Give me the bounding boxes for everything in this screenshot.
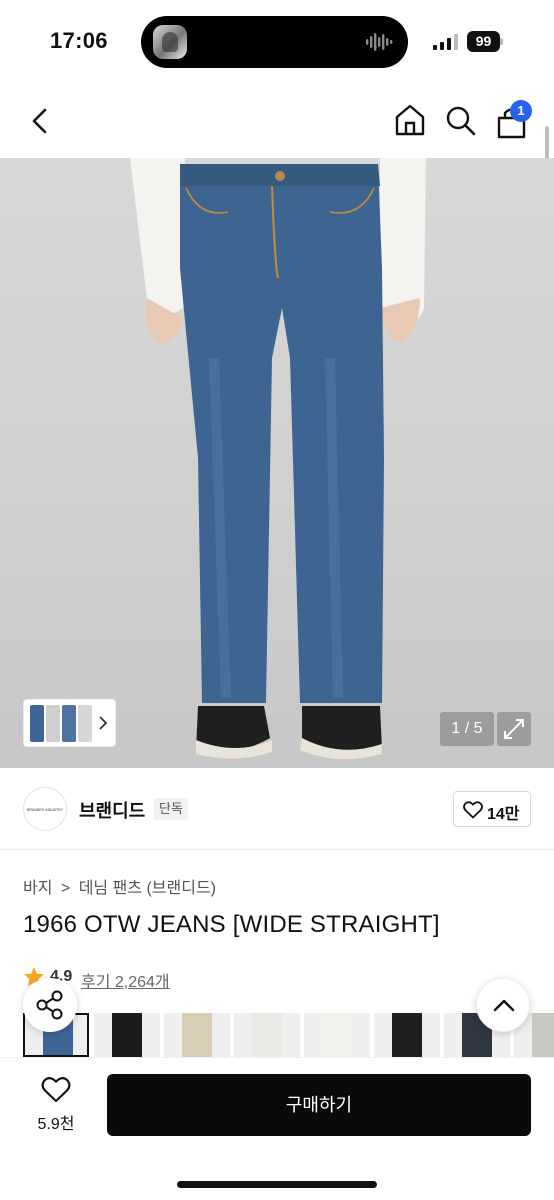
home-icon[interactable] [392, 101, 428, 139]
exclusive-tag: 단독 [154, 798, 188, 820]
breadcrumb-separator: > [60, 880, 71, 897]
color-variant[interactable] [304, 1013, 370, 1057]
battery-icon: 99 [467, 31, 503, 52]
search-icon[interactable] [443, 101, 479, 139]
brand-logo[interactable]: BRANDED INDUSTRY [23, 787, 67, 831]
waveform-icon [366, 33, 393, 51]
heart-icon [41, 1077, 71, 1103]
battery-level: 99 [467, 31, 500, 52]
share-button[interactable] [23, 978, 77, 1032]
brand-like-button[interactable]: 14만 [453, 791, 531, 827]
product-image-gallery[interactable]: 1 / 5 [0, 158, 554, 768]
status-bar: 17:06 99 [0, 0, 554, 84]
breadcrumb-category[interactable]: 바지 [23, 880, 52, 897]
variant-swatch [392, 1013, 422, 1057]
color-variant[interactable] [94, 1013, 160, 1057]
variant-swatch [182, 1013, 212, 1057]
color-variant[interactable] [374, 1013, 440, 1057]
buy-button[interactable]: 구매하기 [107, 1074, 531, 1136]
battery-cap [500, 38, 503, 45]
color-variant[interactable] [234, 1013, 300, 1057]
wishlist-button[interactable]: 5.9천 [28, 1076, 84, 1136]
variant-swatch [322, 1013, 352, 1057]
back-icon[interactable] [24, 102, 58, 140]
brand-like-count: 14만 [487, 806, 520, 823]
thumbnail-mini [78, 705, 92, 742]
product-title: 1966 OTW JEANS [WIDE STRAIGHT] [23, 911, 440, 938]
breadcrumb-subcategory[interactable]: 데님 팬츠 (브랜디드) [79, 880, 216, 897]
review-link[interactable]: 후기 2,264개 [81, 968, 170, 992]
variant-swatch [532, 1013, 554, 1057]
brand-name[interactable]: 브랜디드 [79, 797, 145, 823]
cart-badge: 1 [510, 100, 532, 122]
breadcrumb: 바지 > 데님 팬츠 (브랜디드) [23, 874, 220, 898]
variant-swatch [112, 1013, 142, 1057]
chevron-up-icon [493, 999, 515, 1012]
gallery-thumbnail-strip[interactable] [23, 699, 116, 747]
status-time: 17:06 [50, 28, 108, 53]
music-cover-icon[interactable] [153, 25, 187, 59]
bottom-action-bar: 5.9천 구매하기 [0, 1057, 554, 1200]
cart-button[interactable]: 1 [494, 100, 532, 141]
image-counter: 1 / 5 [440, 712, 494, 746]
expand-icon[interactable] [497, 712, 531, 746]
thumbnail-mini [30, 705, 44, 742]
signal-icon [433, 34, 458, 50]
variant-swatch [252, 1013, 282, 1057]
chevron-right-icon [99, 716, 108, 730]
heart-icon [463, 801, 483, 819]
top-navigation: 1 [0, 84, 554, 158]
share-icon [36, 990, 63, 1020]
scroll-top-button[interactable] [476, 978, 530, 1032]
color-variant[interactable] [164, 1013, 230, 1057]
brand-row[interactable]: BRANDED INDUSTRY 브랜디드 단독 14만 [0, 770, 554, 850]
thumbnail-mini [46, 705, 60, 742]
color-variant-row [23, 1013, 554, 1057]
thumbnail-mini [62, 705, 76, 742]
dynamic-island[interactable] [141, 16, 408, 68]
home-indicator[interactable] [177, 1181, 377, 1188]
product-photo [130, 158, 426, 760]
wishlist-count: 5.9천 [37, 1116, 75, 1133]
